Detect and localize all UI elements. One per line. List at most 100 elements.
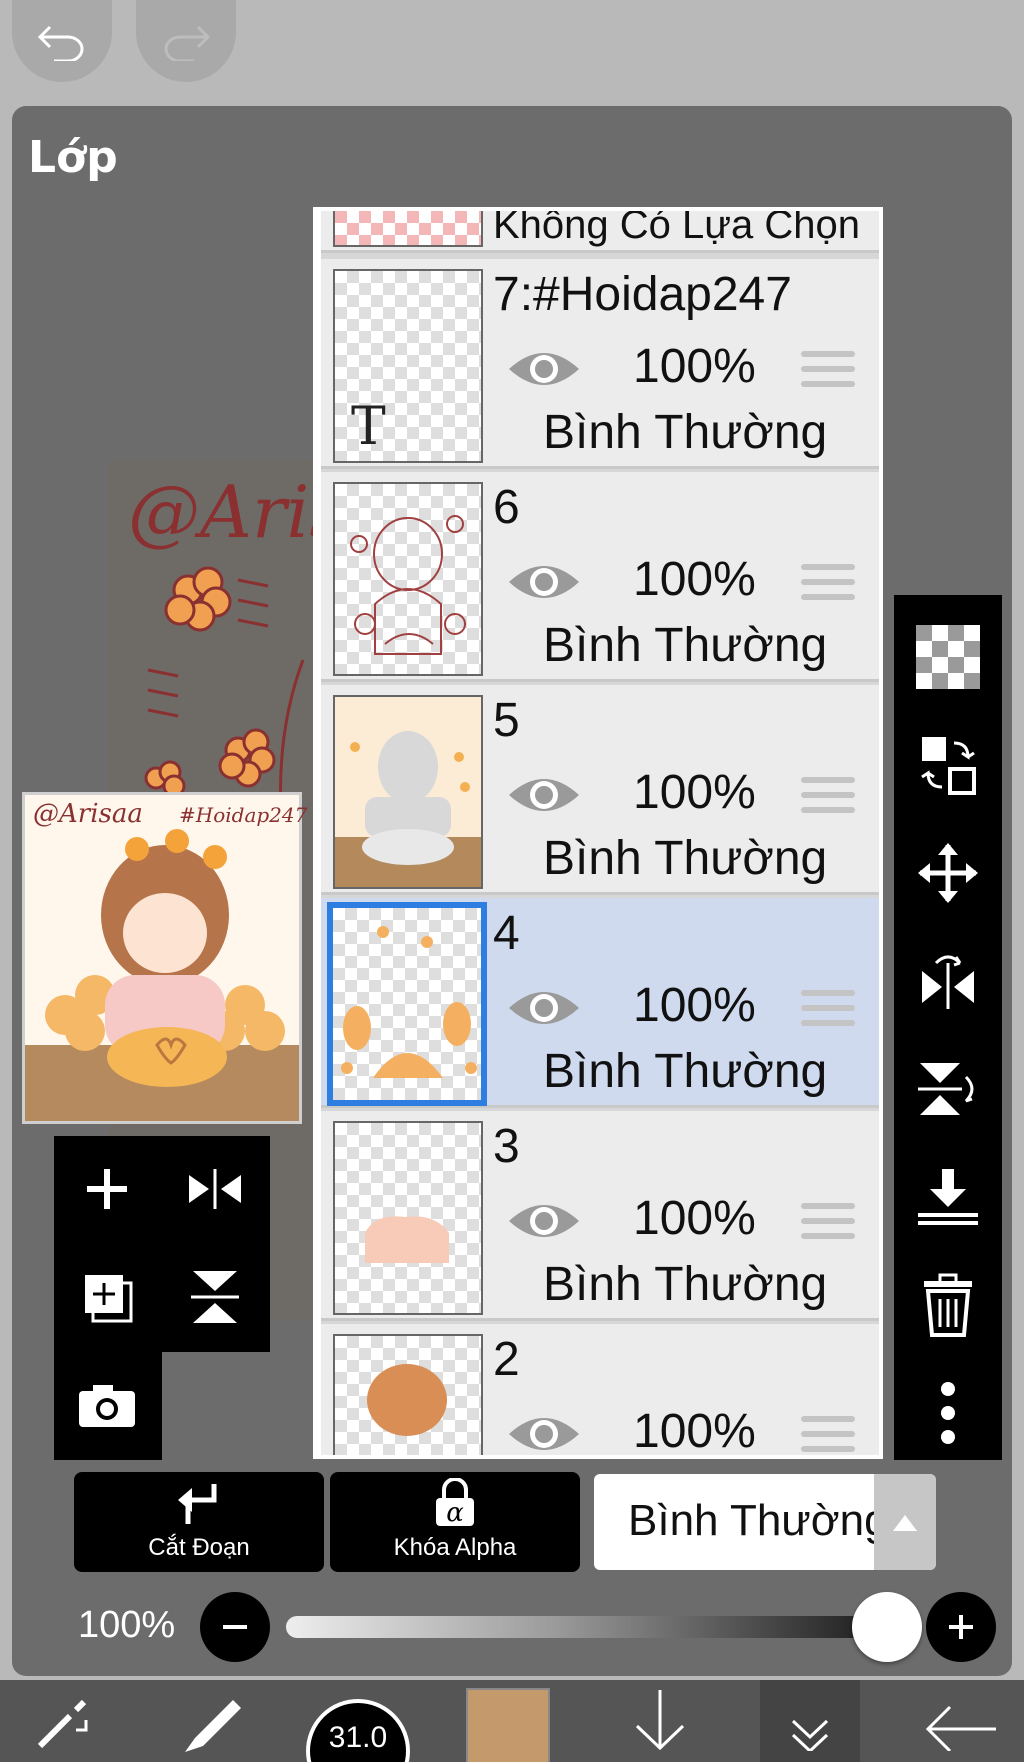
layer-row[interactable]: 2 100%	[321, 1324, 879, 1458]
visibility-eye-icon[interactable]	[507, 984, 581, 1032]
visibility-eye-icon[interactable]	[507, 1197, 581, 1245]
layer-down-button[interactable]	[610, 1680, 710, 1762]
lineart-thumbnail	[350, 515, 466, 655]
redo-button[interactable]	[136, 0, 236, 82]
plus-icon	[87, 1169, 127, 1209]
merge-down-icon	[918, 1169, 978, 1225]
panel-title: Lớp	[28, 132, 118, 183]
move-icon	[918, 843, 978, 903]
layer-row[interactable]: 5 100% Bình Thường	[321, 685, 879, 895]
hair-thumbnail	[367, 1364, 447, 1436]
skin-thumbnail	[365, 1216, 449, 1263]
layer-action-bar	[894, 595, 1002, 1460]
more-vertical-icon	[941, 1382, 955, 1444]
duplicate-layer-icon	[85, 1275, 133, 1323]
blend-mode-value: Bình Thường	[628, 1496, 889, 1545]
alpha-symbol: α	[446, 1498, 464, 1528]
brush-tool-button[interactable]	[160, 1680, 260, 1762]
layer-row-selection[interactable]: Không Có Lựa Chọn	[321, 211, 879, 253]
layer-opacity: 100%	[633, 1405, 756, 1458]
blend-mode-select[interactable]: Bình Thường	[594, 1474, 936, 1570]
flip-horizontal-icon	[922, 955, 974, 1009]
opacity-increase-button[interactable]	[926, 1592, 996, 1662]
layer-name: 4	[493, 907, 520, 960]
layer-thumbnail	[333, 1121, 483, 1315]
add-layer-button[interactable]	[72, 1154, 142, 1224]
layer-blend-mode: Bình Thường	[543, 832, 828, 885]
undo-button[interactable]	[12, 0, 112, 82]
redo-icon	[164, 25, 211, 61]
drag-handle-icon[interactable]	[801, 990, 855, 1030]
transform-tool-button[interactable]	[20, 1680, 110, 1762]
drag-handle-icon[interactable]	[801, 351, 855, 391]
layer-thumbnail	[333, 695, 483, 889]
clipping-icon	[178, 1484, 217, 1524]
layer-blend-mode: Bình Thường	[543, 619, 828, 672]
back-button[interactable]	[910, 1680, 1010, 1762]
preview-illustration	[25, 829, 299, 1121]
opacity-slider[interactable]	[286, 1616, 886, 1638]
alpha-lock-label: Khóa Alpha	[393, 1534, 517, 1561]
layer-opacity: 100%	[633, 766, 756, 819]
transparency-icon	[916, 625, 980, 689]
layer-opacity: 100%	[633, 553, 756, 606]
layer-blend-mode: Bình Thường	[543, 1258, 828, 1311]
visibility-eye-icon[interactable]	[507, 771, 581, 819]
opacity-slider-thumb[interactable]	[852, 1592, 922, 1662]
layer-row[interactable]: T 7:#Hoidap247 100% Bình Thường	[321, 259, 879, 469]
current-color-swatch	[466, 1688, 550, 1762]
layer-opacity: 100%	[633, 979, 756, 1032]
visibility-eye-icon[interactable]	[507, 558, 581, 606]
color-thumbnail	[341, 926, 477, 1078]
canvas-preview[interactable]: @Arisaa #Hoidap247	[22, 792, 307, 1124]
chevrons-down-icon	[791, 1719, 829, 1751]
brush-size-indicator: 31.0	[306, 1699, 410, 1762]
opacity-decrease-button[interactable]	[200, 1592, 270, 1662]
flip-horizontal-button[interactable]	[180, 1154, 250, 1224]
brush-icon	[185, 1700, 241, 1752]
alpha-lock-button[interactable]: α Khóa Alpha	[330, 1472, 580, 1572]
layer-opacity: 100%	[633, 340, 756, 393]
more-options-button[interactable]	[908, 1373, 988, 1453]
clipping-button[interactable]: Cắt Đoạn	[74, 1472, 324, 1572]
layer-blend-mode: Bình Thường	[543, 1045, 828, 1098]
camera-button[interactable]	[72, 1370, 142, 1440]
layer-thumbnail	[333, 482, 483, 676]
background-thumbnail	[335, 731, 481, 887]
merge-down-button[interactable]	[908, 1157, 988, 1237]
undo-icon	[37, 25, 84, 61]
trash-icon	[924, 1273, 972, 1337]
move-button[interactable]	[908, 833, 988, 913]
brush-size-value: 31.0	[328, 1721, 388, 1754]
visibility-eye-icon[interactable]	[507, 1410, 581, 1458]
flip-horizontal-layer-button[interactable]	[908, 941, 988, 1021]
layer-name: 2	[493, 1333, 520, 1386]
layer-thumbnail	[333, 1334, 483, 1455]
drag-handle-icon[interactable]	[801, 564, 855, 604]
drag-handle-icon[interactable]	[801, 1203, 855, 1243]
chevron-up-icon[interactable]	[874, 1474, 936, 1570]
text-layer-icon: T	[351, 397, 386, 457]
layer-row[interactable]: 6 100% Bình Thường	[321, 472, 879, 682]
duplicate-layer-button[interactable]	[72, 1262, 142, 1332]
layer-thumbnail	[333, 211, 483, 247]
flip-vertical-layer-button[interactable]	[908, 1049, 988, 1129]
layer-name: 7:#Hoidap247	[493, 268, 792, 321]
layer-row[interactable]: 3 100% Bình Thường	[321, 1111, 879, 1321]
layers-menu-button[interactable]	[760, 1680, 860, 1762]
brush-size-button[interactable]: 31.0	[306, 1680, 410, 1762]
delete-layer-button[interactable]	[908, 1265, 988, 1345]
layer-list[interactable]: Không Có Lựa Chọn T 7:#Hoidap247 100% Bì…	[313, 207, 883, 1459]
swap-button[interactable]	[908, 725, 988, 805]
drag-handle-icon[interactable]	[801, 1416, 855, 1455]
layer-name: 5	[493, 694, 520, 747]
arrow-left-icon	[925, 1705, 996, 1751]
flip-vertical-button[interactable]	[180, 1262, 250, 1332]
drag-handle-icon[interactable]	[801, 777, 855, 817]
transparency-button[interactable]	[908, 617, 988, 697]
visibility-eye-icon[interactable]	[507, 345, 581, 393]
layer-name: 3	[493, 1120, 520, 1173]
color-button[interactable]	[466, 1680, 550, 1762]
layer-row-selected[interactable]: 4 100% Bình Thường	[321, 898, 879, 1108]
bottom-toolbar: 31.0	[0, 1680, 1024, 1762]
